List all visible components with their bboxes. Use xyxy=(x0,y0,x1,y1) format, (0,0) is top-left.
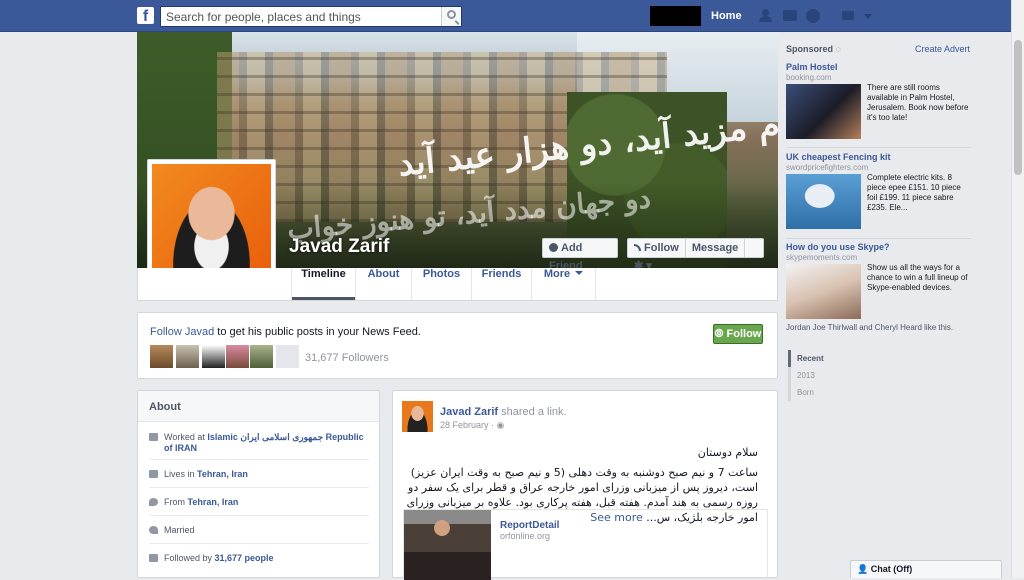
link-title[interactable]: ReportDetail xyxy=(500,520,559,531)
ad-skype[interactable]: How do you use Skype? skypemoments.com S… xyxy=(786,242,971,322)
shared-link-card[interactable]: ReportDetail orfonline.org xyxy=(403,509,768,580)
follow-javad-link[interactable]: Follow Javad xyxy=(150,326,214,338)
profile-name[interactable]: Javad Zarif xyxy=(289,236,389,258)
about-box: About Worked at Islamic جمهوری اسلامی ای… xyxy=(137,390,380,578)
privacy-shortcuts-icon[interactable] xyxy=(842,11,854,20)
ad-fencing[interactable]: UK cheapest Fencing kit swordpricefighte… xyxy=(786,152,971,232)
tab-photos[interactable]: Photos xyxy=(411,268,471,300)
public-globe-icon: ◉ xyxy=(496,420,505,430)
add-friend-icon xyxy=(549,243,558,252)
follow-button[interactable]: Follow xyxy=(628,239,686,257)
heart-icon xyxy=(149,526,158,534)
follow-prompt-text: Follow Javad to get his public posts in … xyxy=(150,326,421,338)
top-bar: f Home xyxy=(0,0,1024,32)
home-link[interactable]: Home xyxy=(711,10,742,22)
location-pin-icon xyxy=(149,498,158,506)
followers-count[interactable]: 31,677 Followers xyxy=(305,352,389,364)
tab-timeline[interactable]: Timeline xyxy=(291,268,355,300)
notifications-globe-icon[interactable] xyxy=(806,9,820,23)
ad-social-context: Jordan Joe Thirlwall and Cheryl Heard li… xyxy=(786,323,954,332)
ad-body: Complete electric kits. 8 piece epee £15… xyxy=(867,173,961,212)
profile-thumbnail-redacted[interactable] xyxy=(650,6,701,26)
chat-bar[interactable]: 👤 Chat (Off) xyxy=(850,560,1002,578)
lives-link[interactable]: Tehran, Iran xyxy=(197,469,248,479)
year-born[interactable]: Born xyxy=(791,384,828,401)
post-date[interactable]: 28 February xyxy=(440,420,489,430)
year-recent[interactable]: Recent xyxy=(788,350,828,367)
tab-about[interactable]: About xyxy=(355,268,411,300)
chat-person-icon: 👤 xyxy=(857,564,869,574)
sponsored-header: Sponsored ◌ Create Advert xyxy=(786,44,970,54)
ad-title[interactable]: Palm Hostel xyxy=(786,62,971,72)
ad-image[interactable] xyxy=(786,264,861,319)
ad-url: skypemoments.com xyxy=(786,253,858,262)
sponsored-info-icon[interactable]: ◌ xyxy=(836,44,841,54)
account-menu-chevron-down-icon[interactable] xyxy=(864,14,872,19)
ad-palm-hostel[interactable]: Palm Hostel booking.com There are still … xyxy=(786,62,971,142)
create-advert-link[interactable]: Create Advert xyxy=(915,44,970,54)
briefcase-icon xyxy=(149,433,158,441)
scrollbar-thumb[interactable] xyxy=(1014,40,1022,175)
follower-avatar[interactable] xyxy=(176,345,199,368)
ad-image[interactable] xyxy=(786,84,861,139)
ad-title[interactable]: UK cheapest Fencing kit xyxy=(786,152,971,162)
rss-icon xyxy=(149,554,158,562)
ad-body: There are still rooms available in Palm … xyxy=(867,83,969,122)
follow-rss-icon xyxy=(634,244,641,251)
friend-requests-icon[interactable] xyxy=(759,9,773,22)
link-domain: orfonline.org xyxy=(500,531,551,541)
ad-url: swordpricefighters.com xyxy=(786,163,869,172)
follower-avatar[interactable] xyxy=(150,345,173,368)
about-heading[interactable]: About xyxy=(138,391,379,422)
follower-avatar[interactable] xyxy=(250,345,273,368)
year-2013[interactable]: 2013 xyxy=(791,367,828,384)
link-thumbnail[interactable] xyxy=(404,510,491,580)
follow-green-button[interactable]: ⦾ Follow xyxy=(713,324,763,344)
from-link[interactable]: Tehran, Iran xyxy=(188,497,239,507)
profile-photo xyxy=(152,164,271,282)
tab-more[interactable]: More xyxy=(531,268,596,300)
chevron-down-icon xyxy=(575,271,584,275)
home-icon xyxy=(149,470,158,478)
ad-body: Show us all the ways for a chance to win… xyxy=(867,263,968,292)
follower-avatar-silhouette[interactable] xyxy=(276,345,299,368)
follower-avatar[interactable] xyxy=(226,345,249,368)
message-button[interactable]: Message xyxy=(686,239,746,257)
messages-icon[interactable] xyxy=(783,10,797,21)
ad-image[interactable] xyxy=(786,174,861,229)
page-scrollbar[interactable] xyxy=(1011,0,1024,578)
timeline-year-nav: Recent 2013 Born xyxy=(788,350,828,401)
post-author-avatar[interactable] xyxy=(402,401,433,432)
profile-actions: Follow Message✱ ▾ xyxy=(627,238,764,272)
ad-url: booking.com xyxy=(786,73,832,82)
search-button[interactable] xyxy=(441,7,461,26)
about-work: Worked at Islamic جمهوری اسلامی ایران Re… xyxy=(149,432,374,454)
profile-tabs: Timeline About Photos Friends More xyxy=(137,268,778,301)
timeline-post: Javad Zarif shared a link. 28 February ·… xyxy=(392,390,778,580)
follow-prompt-box: Follow Javad to get his public posts in … xyxy=(137,312,778,379)
facebook-logo-icon[interactable]: f xyxy=(137,7,154,24)
search-box[interactable] xyxy=(160,6,462,27)
post-author-name[interactable]: Javad Zarif xyxy=(440,406,498,418)
follower-avatar[interactable] xyxy=(202,345,225,368)
search-input[interactable] xyxy=(161,7,431,26)
post-action-text: shared a link. xyxy=(498,406,567,418)
ad-title[interactable]: How do you use Skype? xyxy=(786,242,971,252)
tab-friends[interactable]: Friends xyxy=(471,268,531,300)
search-icon xyxy=(447,10,456,19)
add-friend-button[interactable]: Add Friend xyxy=(542,238,618,272)
followed-by-link[interactable]: 31,677 people xyxy=(215,553,274,563)
